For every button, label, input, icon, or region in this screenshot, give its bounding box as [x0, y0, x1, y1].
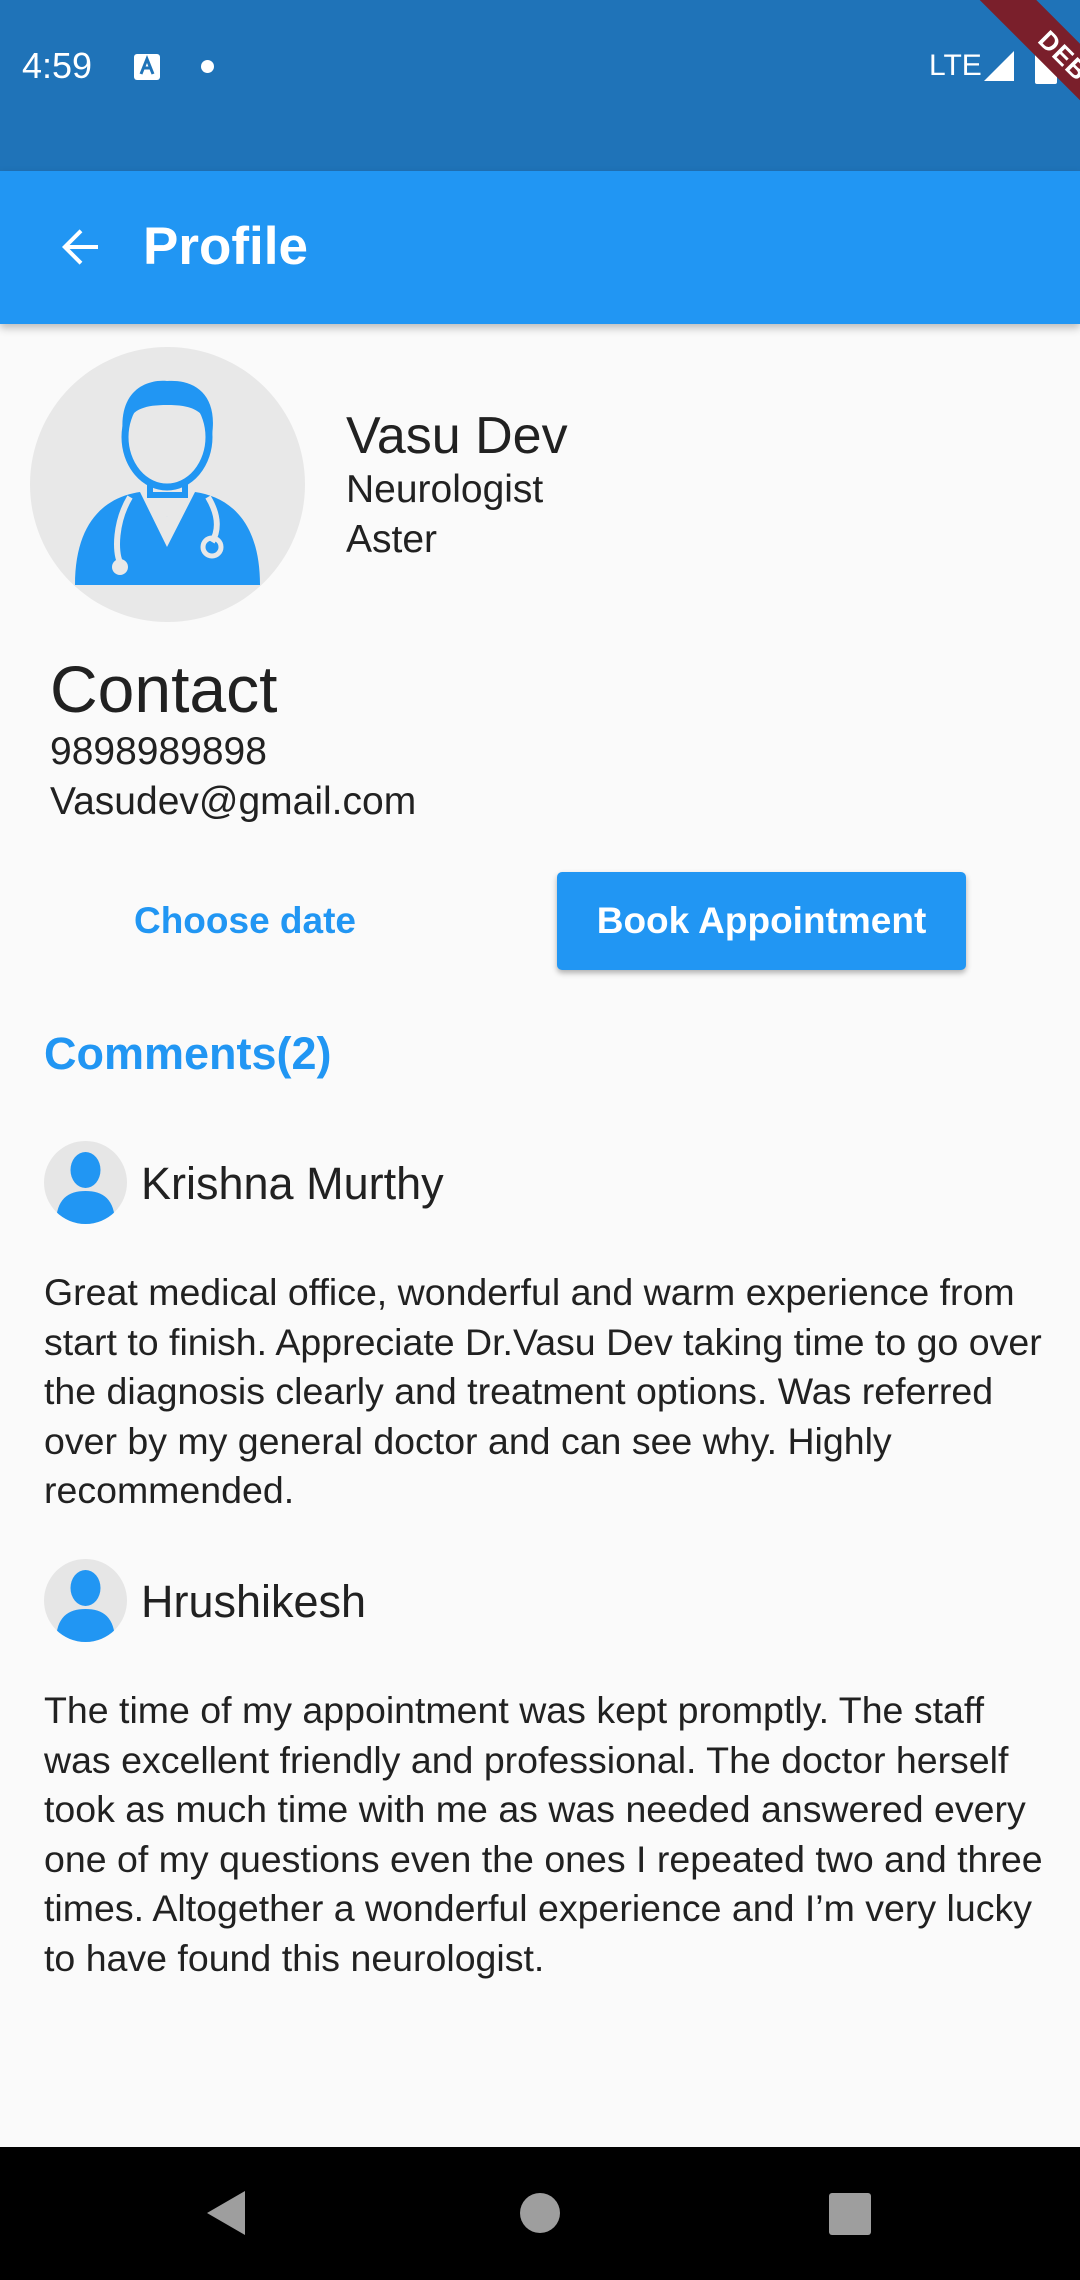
network-type: LTE	[929, 49, 982, 82]
contact-heading: Contact	[50, 652, 278, 726]
doctor-specialty: Neurologist	[346, 468, 544, 511]
comment-author: Hrushikesh	[141, 1576, 367, 1627]
page-title: Profile	[143, 217, 308, 276]
contact-email: Vasudev@gmail.com	[50, 780, 417, 823]
contact-phone: 9898989898	[50, 730, 267, 773]
user-avatar	[44, 1559, 127, 1642]
doctor-hospital: Aster	[346, 518, 438, 561]
nav-home-icon[interactable]	[520, 2193, 560, 2233]
navigation-bar	[0, 2147, 1080, 2280]
keyboard-a-icon	[134, 54, 160, 80]
notification-dot-icon	[201, 60, 214, 73]
arrow-back-icon	[62, 229, 98, 265]
person-icon	[56, 1570, 115, 1642]
status-time: 4:59	[22, 45, 93, 86]
comment-text: The time of my appointment was kept prom…	[44, 1689, 1043, 1979]
doctor-avatar	[30, 347, 305, 622]
nav-back-icon[interactable]	[205, 2189, 247, 2237]
back-button[interactable]	[40, 207, 120, 287]
debug-banner: DEBUG	[971, 0, 1080, 171]
book-appointment-button[interactable]: Book Appointment	[557, 872, 966, 970]
nav-recents-icon[interactable]	[829, 2193, 871, 2235]
comment-author: Krishna Murthy	[141, 1158, 444, 1209]
doctor-icon	[75, 380, 260, 585]
comment-text: Great medical office, wonderful and warm…	[44, 1271, 1042, 1511]
status-bar: 4:59 LTE DEBUG	[0, 0, 1080, 171]
choose-date-button[interactable]: Choose date	[90, 872, 400, 970]
comments-heading: Comments(2)	[44, 1028, 332, 1079]
app-bar: Profile	[0, 171, 1080, 324]
user-avatar	[44, 1141, 127, 1224]
doctor-name: Vasu Dev	[346, 407, 568, 465]
person-icon	[56, 1152, 115, 1224]
signal-icon	[984, 51, 1014, 81]
